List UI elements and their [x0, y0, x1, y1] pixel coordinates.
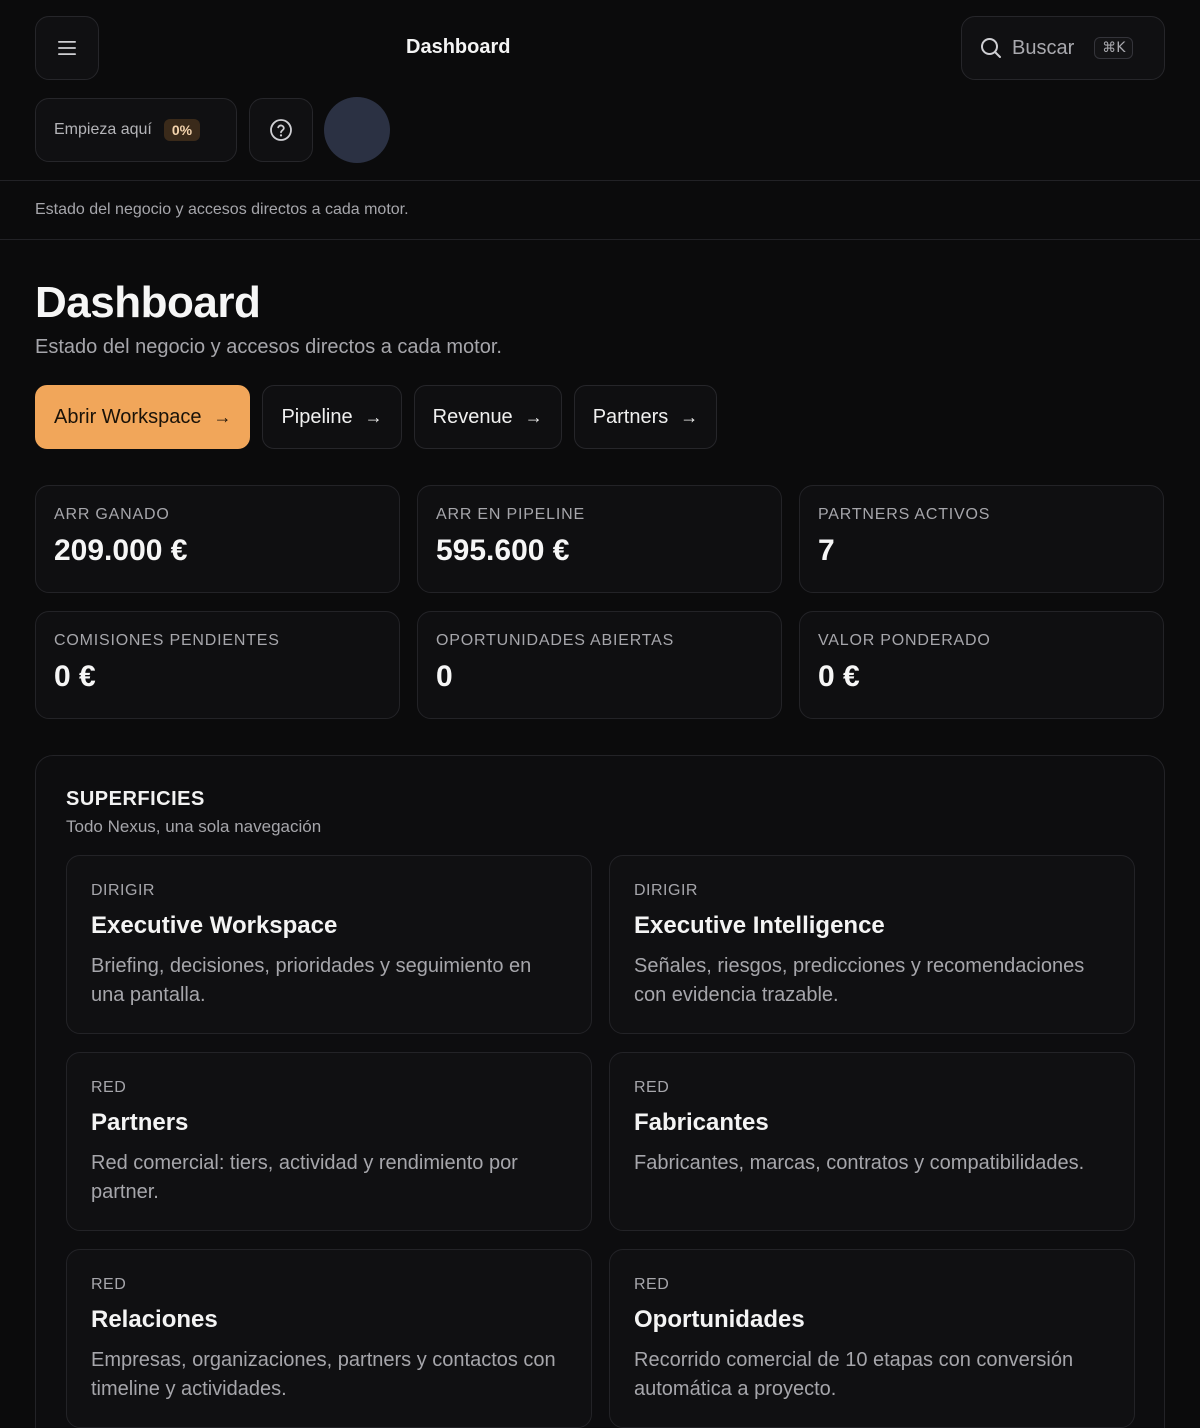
metric-card-pending-commissions: COMISIONES PENDIENTES 0 € — [35, 611, 400, 719]
menu-button[interactable] — [35, 16, 99, 80]
main-content: Dashboard Estado del negocio y accesos d… — [0, 278, 1200, 1428]
surface-card-description: Empresas, organizaciones, partners y con… — [91, 1349, 556, 1400]
arrow-right-icon: → — [213, 406, 232, 427]
metric-value: 7 — [818, 534, 835, 567]
surfaces-title: SUPERFICIES — [66, 788, 205, 810]
page-title: Dashboard — [35, 278, 261, 327]
arrow-right-icon: → — [524, 406, 543, 427]
surface-card-tag: RED — [91, 1276, 127, 1293]
surface-card-relationships[interactable]: RED Relaciones Empresas, organizaciones,… — [66, 1249, 592, 1428]
surfaces-subtitle: Todo Nexus, una sola navegación — [66, 817, 322, 836]
metric-value: 595.600 € — [436, 534, 570, 567]
revenue-label: Revenue — [432, 405, 513, 428]
help-icon — [270, 119, 292, 141]
page-subtitle: Estado del negocio y accesos directos a … — [35, 336, 502, 358]
surface-card-description: Briefing, decisiones, prioridades y segu… — [91, 955, 532, 1006]
open-workspace-label: Abrir Workspace — [54, 405, 202, 428]
surface-card-description: Señales, riesgos, predicciones y recomen… — [634, 955, 1085, 1006]
surface-card-title: Oportunidades — [634, 1306, 805, 1333]
search-button[interactable]: Buscar ⌘K — [961, 16, 1165, 80]
metric-label: OPORTUNIDADES ABIERTAS — [436, 632, 675, 649]
metric-value: 0 € — [818, 660, 860, 693]
metric-value: 0 € — [54, 660, 96, 693]
arrow-right-icon: → — [680, 406, 699, 427]
metric-card-open-opportunities: OPORTUNIDADES ABIERTAS 0 — [417, 611, 782, 719]
surface-card-title: Executive Workspace — [91, 912, 338, 939]
surface-card-opportunities[interactable]: RED Oportunidades Recorrido comercial de… — [609, 1249, 1135, 1428]
surface-card-tag: DIRIGIR — [634, 882, 698, 899]
metric-label: PARTNERS ACTIVOS — [818, 506, 991, 523]
metric-label: ARR GANADO — [54, 506, 170, 523]
metric-card-arr-pipeline: ARR EN PIPELINE 595.600 € — [417, 485, 782, 593]
surface-card-title: Relaciones — [91, 1306, 218, 1333]
surface-card-title: Fabricantes — [634, 1109, 769, 1136]
surface-card-tag: RED — [91, 1079, 127, 1096]
surface-card-title: Partners — [91, 1109, 189, 1136]
surface-card-description: Red comercial: tiers, actividad y rendim… — [91, 1152, 518, 1203]
quick-actions: Abrir Workspace → Pipeline → Revenue → P… — [35, 385, 1165, 449]
metric-label: VALOR PONDERADO — [818, 632, 991, 649]
sub-header-text: Estado del negocio y accesos directos a … — [35, 201, 409, 218]
partners-label: Partners — [592, 405, 669, 428]
search-icon — [981, 38, 1001, 58]
metric-label: ARR EN PIPELINE — [436, 506, 585, 523]
hamburger-icon — [58, 41, 76, 55]
surface-cards: DIRIGIR Executive Workspace Briefing, de… — [66, 855, 1135, 1428]
surface-card-title: Executive Intelligence — [634, 912, 885, 939]
metric-card-arr-won: ARR GANADO 209.000 € — [35, 485, 400, 593]
metric-label: COMISIONES PENDIENTES — [54, 632, 280, 649]
surface-card-manufacturers[interactable]: RED Fabricantes Fabricantes, marcas, con… — [609, 1052, 1135, 1231]
surface-card-partners[interactable]: RED Partners Red comercial: tiers, activ… — [66, 1052, 592, 1231]
start-progress-badge: 0% — [163, 119, 201, 141]
header-title: Dashboard — [406, 36, 511, 58]
start-here-label: Empieza aquí — [54, 121, 152, 138]
open-workspace-button[interactable]: Abrir Workspace → — [35, 385, 251, 449]
surfaces-panel: SUPERFICIES Todo Nexus, una sola navegac… — [35, 755, 1165, 1428]
surface-card-executive-workspace[interactable]: DIRIGIR Executive Workspace Briefing, de… — [66, 855, 592, 1034]
surface-card-tag: DIRIGIR — [91, 882, 155, 899]
metrics-grid: ARR GANADO 209.000 € ARR EN PIPELINE 595… — [35, 485, 1165, 719]
start-here-button[interactable]: Empieza aquí 0% — [35, 98, 237, 162]
help-button[interactable] — [249, 98, 313, 162]
metric-card-active-partners: PARTNERS ACTIVOS 7 — [799, 485, 1164, 593]
sub-header: Estado del negocio y accesos directos a … — [0, 181, 1200, 240]
surface-card-executive-intelligence[interactable]: DIRIGIR Executive Intelligence Señales, … — [609, 855, 1135, 1034]
avatar[interactable] — [324, 97, 390, 163]
search-label: Buscar — [1012, 36, 1075, 59]
search-shortcut: ⌘K — [1094, 37, 1134, 59]
top-bar: Dashboard Buscar ⌘K Empieza aquí 0% — [0, 0, 1200, 181]
metric-value: 209.000 € — [54, 534, 188, 567]
pipeline-label: Pipeline — [281, 405, 353, 428]
surface-card-tag: RED — [634, 1276, 670, 1293]
pipeline-button[interactable]: Pipeline → — [262, 385, 402, 449]
arrow-right-icon: → — [364, 406, 383, 427]
partners-button[interactable]: Partners → — [573, 385, 718, 449]
surface-card-tag: RED — [634, 1079, 670, 1096]
metric-value: 0 — [436, 660, 453, 693]
metric-card-weighted-value: VALOR PONDERADO 0 € — [799, 611, 1164, 719]
surface-card-description: Recorrido comercial de 10 etapas con con… — [634, 1349, 1074, 1400]
surface-card-description: Fabricantes, marcas, contratos y compati… — [634, 1152, 1085, 1174]
revenue-button[interactable]: Revenue → — [413, 385, 562, 449]
